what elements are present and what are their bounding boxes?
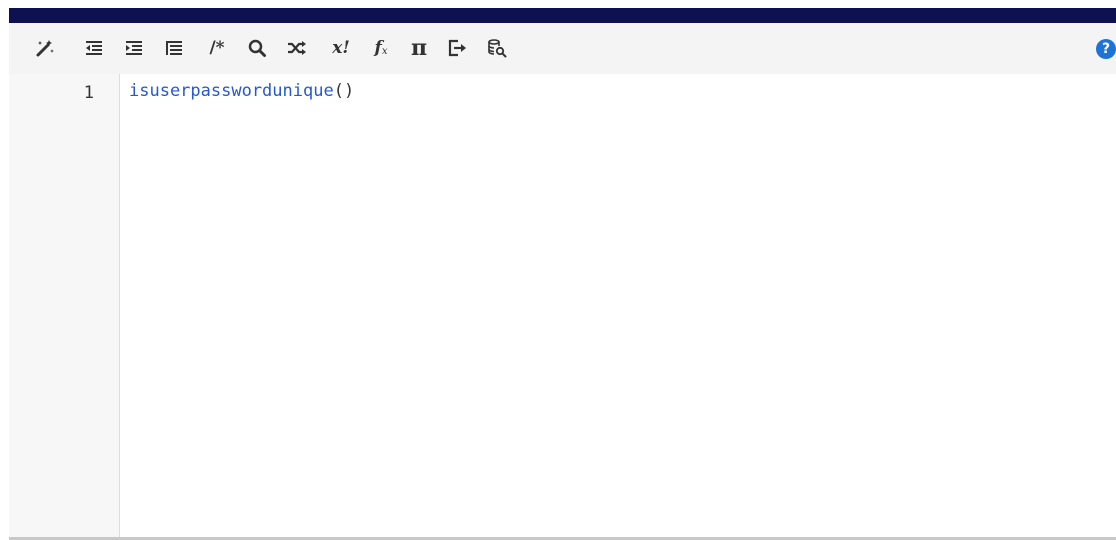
export-icon[interactable] bbox=[446, 36, 470, 60]
code-editor[interactable]: 1 isuserpasswordunique() bbox=[9, 74, 1116, 537]
function-parens: () bbox=[333, 81, 355, 101]
header-bar bbox=[9, 8, 1116, 23]
format-list-icon[interactable] bbox=[162, 36, 186, 60]
shuffle-icon[interactable] bbox=[285, 36, 309, 60]
function-x-glyph: x bbox=[381, 45, 388, 57]
magic-wand-icon[interactable] bbox=[33, 36, 57, 60]
line-number-gutter: 1 bbox=[9, 74, 120, 537]
line-number: 1 bbox=[83, 83, 94, 103]
code-line[interactable]: isuserpasswordunique() bbox=[129, 80, 354, 102]
pi-icon[interactable]: π bbox=[407, 36, 431, 60]
database-search-icon[interactable] bbox=[485, 36, 509, 60]
editor-toolbar: /* x! fx π bbox=[9, 23, 1116, 74]
function-name: isuserpasswordunique bbox=[129, 81, 334, 101]
function-f-glyph: f bbox=[374, 38, 382, 58]
search-icon[interactable] bbox=[245, 36, 269, 60]
help-icon[interactable]: ? bbox=[1096, 39, 1116, 59]
indent-icon[interactable] bbox=[122, 36, 146, 60]
outdent-icon[interactable] bbox=[82, 36, 106, 60]
factorial-icon[interactable]: x! bbox=[327, 36, 355, 60]
function-icon[interactable]: fx bbox=[367, 36, 395, 60]
comment-icon[interactable]: /* bbox=[202, 36, 232, 60]
